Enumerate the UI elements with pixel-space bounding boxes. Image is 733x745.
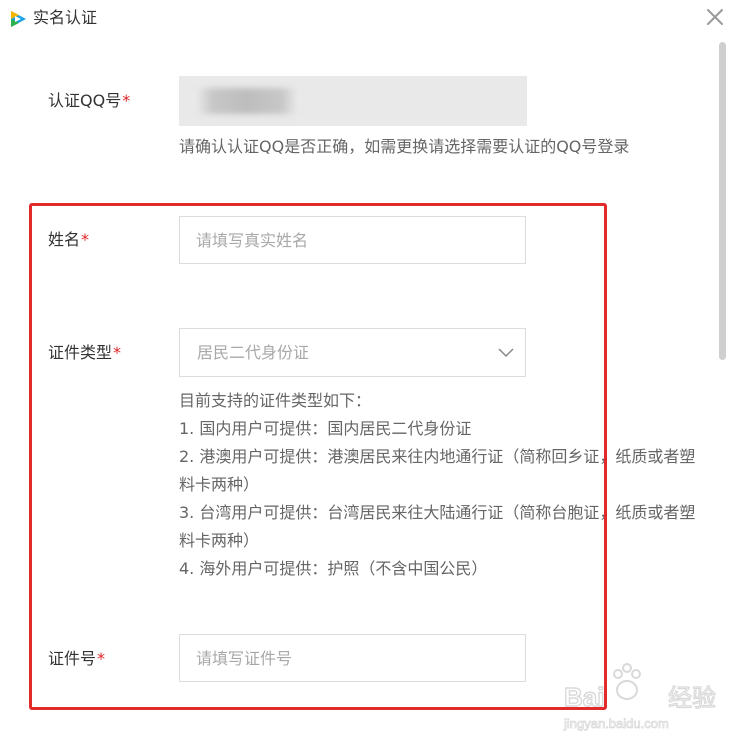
id-type-selected-value: 居民二代身份证 [197, 343, 310, 362]
supported-id-type-item: 4. 海外用户可提供：护照（不含中国公民） [179, 559, 488, 578]
baidu-jingyan-watermark: Bai 经验 jingyan.baidu.com [563, 663, 717, 731]
name-label-text: 姓名 [48, 230, 81, 249]
name-label: 姓名* [48, 229, 89, 251]
paw-toe [631, 669, 641, 679]
tencent-video-icon [11, 11, 26, 27]
id-type-label: 证件类型* [48, 342, 121, 364]
id-number-label-text: 证件号 [48, 649, 97, 668]
chevron-down-icon [498, 348, 514, 358]
id-number-input[interactable] [179, 634, 526, 682]
qq-number-label-text: 认证QQ号 [48, 91, 122, 110]
supported-id-type-item: 1. 国内用户可提供：国内居民二代身份证 [179, 419, 472, 438]
scrollbar-thumb[interactable] [719, 42, 726, 360]
id-number-label: 证件号* [48, 648, 105, 670]
window-title: 实名认证 [33, 8, 98, 27]
id-type-label-text: 证件类型 [48, 343, 113, 362]
supported-id-types: 目前支持的证件类型如下： 1. 国内用户可提供：国内居民二代身份证 2. 港澳用… [179, 387, 711, 583]
real-name-input[interactable] [179, 216, 526, 264]
paw-pad [616, 680, 638, 700]
supported-id-type-item: 3. 台湾用户可提供：台湾居民来往大陆通行证（简称台胞证，纸质或者塑料卡两种） [179, 503, 696, 550]
paw-toe [622, 663, 632, 673]
supported-id-types-title: 目前支持的证件类型如下： [179, 391, 372, 410]
watermark-url: jingyan.baidu.com [563, 716, 669, 731]
supported-id-type-item: 2. 港澳用户可提供：港澳居民来往内地通行证（简称回乡证，纸质或者塑料卡两种） [179, 447, 696, 494]
paw-toe [613, 669, 623, 679]
qq-number-label: 认证QQ号* [48, 90, 130, 112]
close-icon[interactable] [704, 6, 726, 28]
watermark-brand-suffix: 经验 [668, 684, 716, 712]
watermark-brand: Bai [564, 682, 604, 712]
required-mark: * [97, 649, 106, 668]
qq-number-display [179, 76, 527, 126]
required-mark: * [122, 91, 131, 110]
blurred-qq-number [193, 88, 301, 114]
required-mark: * [113, 343, 122, 362]
title-bar: 实名认证 [0, 0, 733, 38]
qq-number-hint: 请确认认证QQ是否正确，如需更换请选择需要认证的QQ号登录 [179, 137, 630, 156]
required-mark: * [81, 230, 90, 249]
id-type-select[interactable]: 居民二代身份证 [179, 328, 526, 377]
